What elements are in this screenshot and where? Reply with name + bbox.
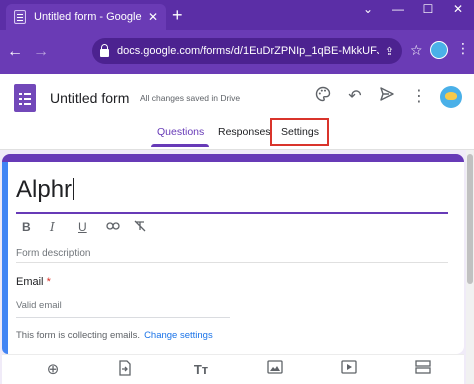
form-name[interactable]: Untitled form (50, 90, 129, 106)
browser-tab[interactable]: Untitled form - Google Forms ✕ (6, 4, 166, 30)
collecting-emails-note: This form is collecting emails. Change se… (16, 330, 213, 341)
italic-button[interactable]: I (50, 220, 78, 235)
form-title-input[interactable]: Alphr (16, 176, 75, 204)
send-svg (380, 87, 394, 101)
required-asterisk: * (46, 276, 51, 288)
import-questions-icon[interactable] (114, 360, 136, 380)
settings-highlight-box (270, 118, 329, 146)
email-field-underline (16, 317, 230, 318)
form-title-value[interactable]: Alphr (16, 176, 72, 203)
clear-formatting-svg (134, 220, 146, 232)
close-window-button[interactable]: ✕ (446, 2, 470, 16)
forms-header: Untitled form All changes saved in Drive… (0, 74, 474, 150)
back-button[interactable]: ← (2, 43, 28, 61)
form-description-input[interactable]: Form description (16, 248, 90, 259)
send-icon[interactable] (376, 86, 398, 107)
email-label-text: Email (16, 276, 44, 288)
undo-icon[interactable]: ↶ (344, 86, 366, 106)
browser-tab-title: Untitled form - Google Forms (34, 11, 144, 23)
palette-icon[interactable] (312, 86, 334, 107)
active-tab-indicator (151, 144, 209, 147)
browser-toolbar: ← → docs.google.com/forms/d/1EuDrZPNIp_1… (0, 30, 474, 74)
section-svg (415, 360, 431, 374)
import-svg (119, 360, 131, 376)
browser-menu-icon[interactable]: ⋮ (456, 40, 470, 57)
save-status: All changes saved in Drive (140, 93, 241, 103)
title-input-underline (16, 212, 448, 214)
add-title-icon[interactable]: Tт (190, 362, 212, 377)
account-avatar[interactable] (440, 86, 462, 108)
add-question-icon[interactable]: ⊕ (42, 360, 64, 378)
image-svg (267, 360, 283, 374)
maximize-button[interactable]: ☐ (416, 2, 440, 16)
scrollbar-thumb[interactable] (467, 154, 473, 284)
palette-svg (315, 86, 331, 102)
form-title-card: Alphr B I U Form description Email * Val… (2, 154, 464, 354)
minimize-button[interactable]: — (386, 2, 410, 16)
tab-responses[interactable]: Responses (218, 126, 271, 138)
email-field[interactable]: Valid email (16, 300, 62, 311)
google-forms-logo-icon[interactable] (14, 84, 36, 112)
new-tab-button[interactable]: + (172, 6, 183, 24)
share-icon[interactable]: ⇪ (385, 45, 394, 58)
address-bar[interactable]: docs.google.com/forms/d/1EuDrZPNIp_1qBE-… (92, 38, 402, 64)
text-caret (73, 178, 75, 200)
active-card-indicator (2, 162, 8, 354)
description-underline (16, 262, 448, 263)
link-svg (106, 222, 120, 230)
more-options-icon[interactable]: ⋮ (408, 86, 430, 106)
page-scrollbar[interactable] (466, 150, 474, 384)
link-icon[interactable] (106, 220, 134, 235)
text-format-toolbar: B I U (22, 220, 162, 235)
clear-formatting-icon[interactable] (134, 220, 162, 235)
browser-tab-strip: Untitled form - Google Forms ✕ + ⌄ — ☐ ✕ (0, 0, 474, 30)
add-video-icon[interactable] (338, 360, 360, 378)
google-forms-favicon-icon (14, 10, 26, 24)
tab-questions[interactable]: Questions (157, 126, 204, 138)
underline-button[interactable]: U (78, 220, 106, 235)
bold-button[interactable]: B (22, 220, 50, 235)
tab-search-button[interactable]: ⌄ (356, 2, 380, 16)
add-section-icon[interactable] (412, 360, 434, 378)
close-tab-icon[interactable]: ✕ (148, 10, 158, 24)
collecting-emails-text: This form is collecting emails. (16, 330, 141, 341)
url-text[interactable]: docs.google.com/forms/d/1EuDrZPNIp_1qBE-… (117, 45, 379, 57)
form-tabs: Questions Responses Settings (0, 118, 474, 150)
add-image-icon[interactable] (264, 360, 286, 378)
forward-button[interactable]: → (28, 43, 54, 61)
lock-icon[interactable] (100, 43, 109, 57)
browser-profile-avatar[interactable] (430, 41, 448, 59)
video-svg (341, 360, 357, 374)
question-toolbar: ⊕ Tт (2, 354, 464, 384)
change-settings-link[interactable]: Change settings (144, 330, 213, 341)
bookmark-star-icon[interactable]: ☆ (410, 42, 423, 59)
email-question-label: Email * (16, 276, 51, 288)
